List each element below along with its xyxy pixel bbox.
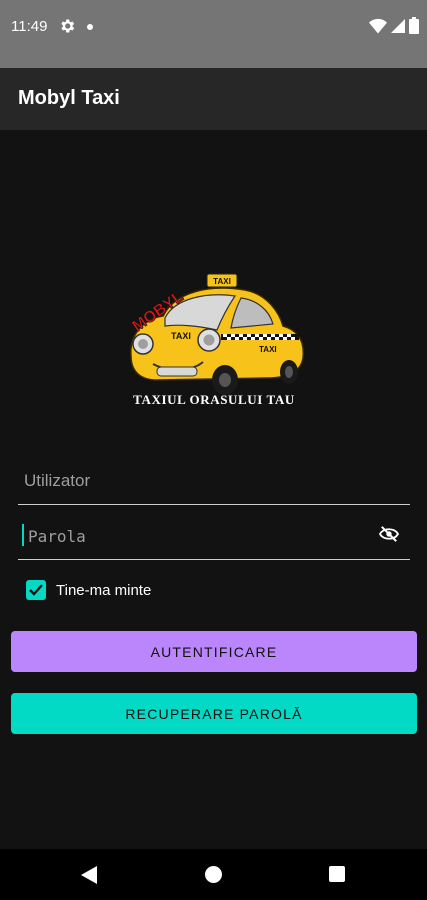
status-time: 11:49 xyxy=(11,18,48,35)
navigation-bar xyxy=(0,849,427,900)
text-cursor xyxy=(22,524,24,546)
signal-icon xyxy=(391,18,405,33)
slogan-text: TAXIUL ORASULUI TAU xyxy=(133,392,295,407)
password-field[interactable] xyxy=(18,511,410,560)
check-icon xyxy=(29,584,43,596)
back-icon[interactable] xyxy=(80,865,98,885)
login-button[interactable]: AUTENTIFICARE xyxy=(11,631,417,672)
visibility-off-icon[interactable] xyxy=(378,525,400,543)
home-icon[interactable] xyxy=(205,866,222,883)
username-input[interactable] xyxy=(22,470,366,492)
gear-icon xyxy=(61,19,75,33)
app-bar: Mobyl Taxi xyxy=(0,68,427,130)
door-taxi-text: TAXI xyxy=(259,345,277,354)
notification-dot-icon xyxy=(87,24,93,30)
battery-icon xyxy=(409,17,419,34)
recents-icon[interactable] xyxy=(329,866,345,882)
checker-stripe xyxy=(221,334,299,340)
roof-sign-text: TAXI xyxy=(213,277,231,286)
username-field[interactable] xyxy=(18,456,410,505)
remember-me-checkbox[interactable] xyxy=(26,580,46,600)
password-input[interactable] xyxy=(26,526,370,547)
taxi-logo: TAXI TAXI TAXI MOBYL TAXIUL ORASULUI TAU xyxy=(129,273,305,407)
remember-me-label: Tine-ma minte xyxy=(56,581,152,599)
app-title: Mobyl Taxi xyxy=(18,87,120,109)
status-bar: 11:49 xyxy=(0,0,427,68)
status-icons xyxy=(369,17,419,34)
recover-password-button[interactable]: RECUPERARE PAROLĂ xyxy=(11,693,417,734)
wifi-icon xyxy=(369,18,387,33)
remember-me-row[interactable]: Tine-ma minte xyxy=(26,580,151,600)
hood-taxi-text: TAXI xyxy=(171,331,191,341)
